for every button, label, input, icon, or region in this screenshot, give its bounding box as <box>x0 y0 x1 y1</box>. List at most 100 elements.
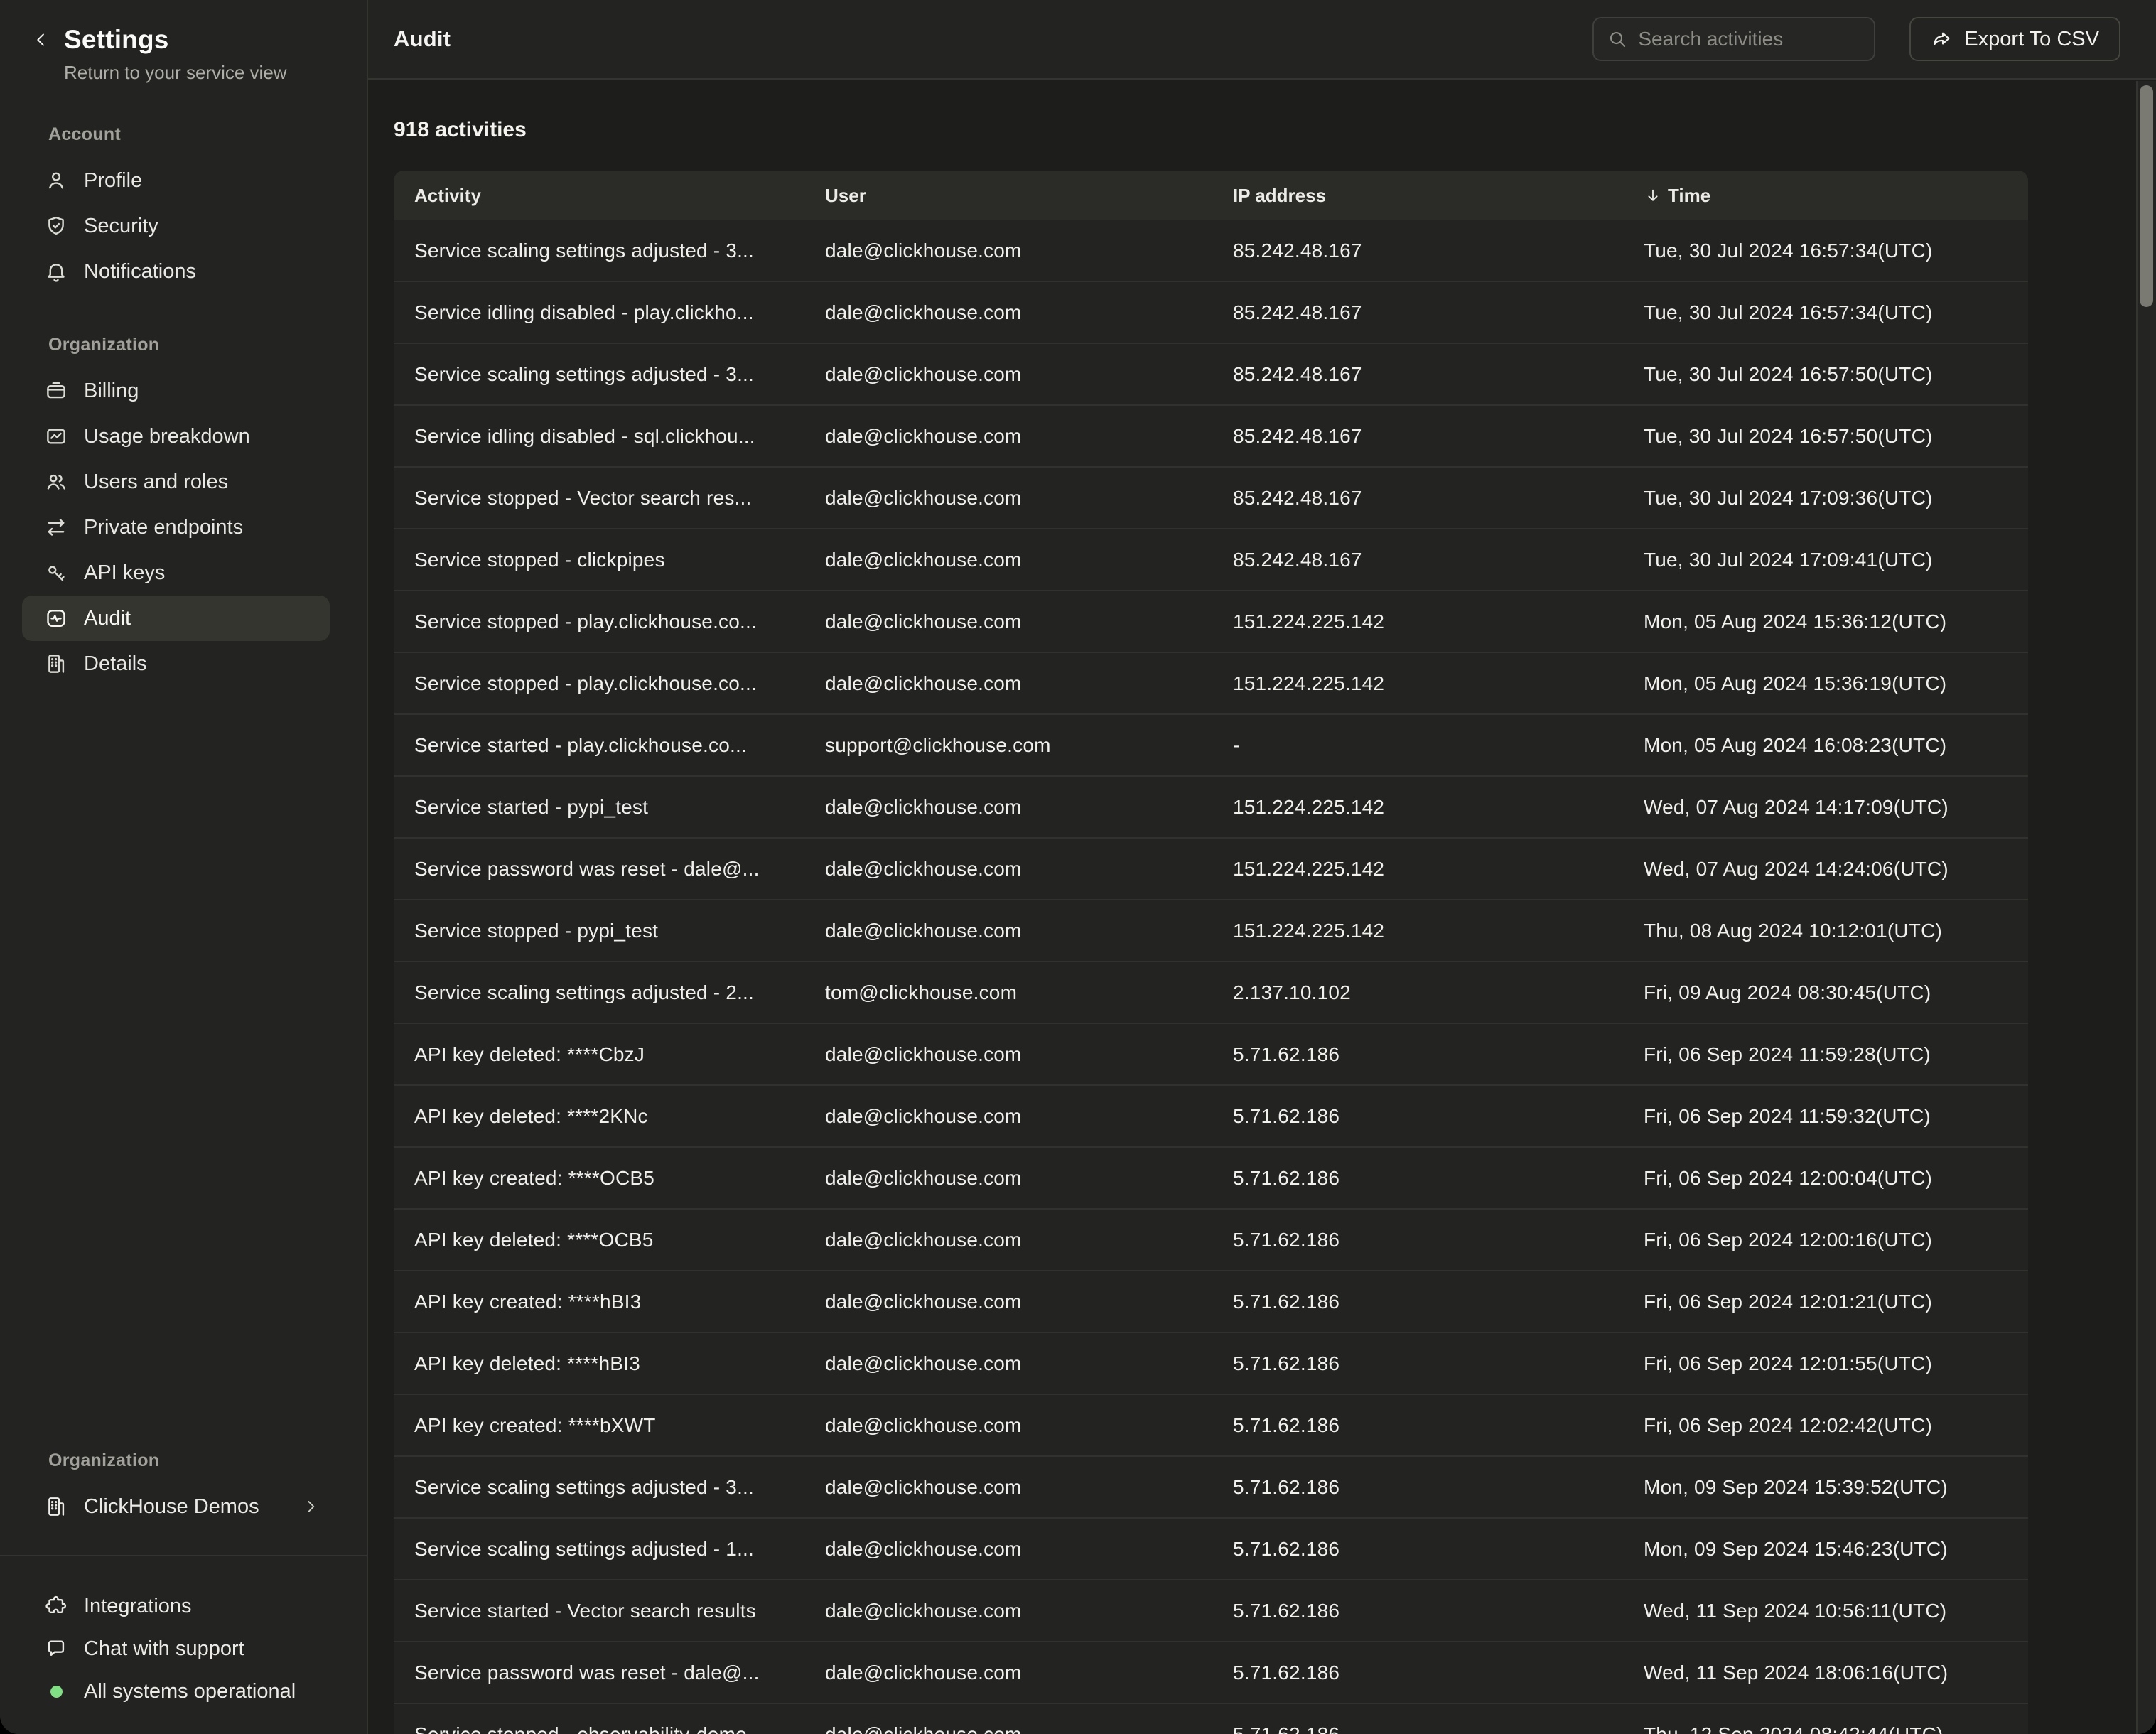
table-row[interactable]: API key deleted: ****hBI3dale@clickhouse… <box>394 1333 2028 1395</box>
org-name: ClickHouse Demos <box>84 1495 259 1519</box>
footer-item-integrations[interactable]: Integrations <box>0 1585 367 1627</box>
time-cell: Mon, 05 Aug 2024 16:08:23(UTC) <box>1623 734 2028 757</box>
ip-cell: 85.242.48.167 <box>1212 487 1623 510</box>
user-cell: dale@clickhouse.com <box>804 1105 1212 1128</box>
table-row[interactable]: Service scaling settings adjusted - 3...… <box>394 344 2028 406</box>
building-icon <box>44 652 68 676</box>
sidebar-item-api-keys[interactable]: API keys <box>22 550 330 596</box>
table-row[interactable]: Service stopped - play.clickhouse.co...d… <box>394 591 2028 653</box>
table-row[interactable]: Service password was reset - dale@...dal… <box>394 839 2028 900</box>
table-row[interactable]: Service scaling settings adjusted - 1...… <box>394 1519 2028 1580</box>
column-header-activity[interactable]: Activity <box>394 185 804 207</box>
table-row[interactable]: Service scaling settings adjusted - 3...… <box>394 220 2028 282</box>
export-csv-button[interactable]: Export To CSV <box>1909 17 2120 61</box>
activity-cell: API key deleted: ****hBI3 <box>394 1352 804 1375</box>
table-row[interactable]: API key deleted: ****OCB5dale@clickhouse… <box>394 1210 2028 1271</box>
puzzle-icon <box>44 1594 68 1618</box>
table-row[interactable]: Service idling disabled - sql.clickhou..… <box>394 406 2028 468</box>
table-row[interactable]: Service stopped - pypi_testdale@clickhou… <box>394 900 2028 962</box>
ip-cell: 85.242.48.167 <box>1212 425 1623 448</box>
user-cell: dale@clickhouse.com <box>804 487 1212 510</box>
main-area: Audit Export To CSV 918 activities Activ… <box>368 0 2156 1734</box>
sidebar-item-details[interactable]: Details <box>22 641 330 686</box>
search-box <box>1592 17 1875 61</box>
sidebar-item-security[interactable]: Security <box>22 203 330 249</box>
ip-cell: 151.224.225.142 <box>1212 610 1623 633</box>
ip-cell: 151.224.225.142 <box>1212 920 1623 942</box>
user-cell: dale@clickhouse.com <box>804 1043 1212 1066</box>
sidebar-item-billing[interactable]: Billing <box>22 368 330 414</box>
org-switcher[interactable]: ClickHouse Demos <box>22 1484 330 1529</box>
time-cell: Wed, 07 Aug 2024 14:17:09(UTC) <box>1623 796 2028 819</box>
search-input[interactable] <box>1638 28 1861 50</box>
table-header-row: ActivityUserIP addressTime <box>394 171 2028 220</box>
table-row[interactable]: API key deleted: ****2KNcdale@clickhouse… <box>394 1086 2028 1148</box>
table-row[interactable]: Service scaling settings adjusted - 2...… <box>394 962 2028 1024</box>
sidebar: Settings Return to your service view Acc… <box>0 0 368 1734</box>
time-cell: Mon, 05 Aug 2024 15:36:12(UTC) <box>1623 610 2028 633</box>
sidebar-item-audit[interactable]: Audit <box>22 596 330 641</box>
table-row[interactable]: Service password was reset - dale@...dal… <box>394 1642 2028 1704</box>
column-header-user[interactable]: User <box>804 185 1212 207</box>
column-header-ip-address[interactable]: IP address <box>1212 185 1623 207</box>
sidebar-item-profile[interactable]: Profile <box>22 158 330 203</box>
user-cell: dale@clickhouse.com <box>804 1538 1212 1561</box>
sidebar-item-label: Audit <box>84 607 131 630</box>
activity-cell: API key deleted: ****CbzJ <box>394 1043 804 1066</box>
footer-item-chat-with-support[interactable]: Chat with support <box>0 1627 367 1670</box>
activity-cell: Service scaling settings adjusted - 2... <box>394 981 804 1004</box>
settings-title: Settings <box>64 24 287 55</box>
table-row[interactable]: Service scaling settings adjusted - 3...… <box>394 1457 2028 1519</box>
table-row[interactable]: Service stopped - Vector search res...da… <box>394 468 2028 529</box>
time-cell: Wed, 07 Aug 2024 14:24:06(UTC) <box>1623 858 2028 881</box>
building-icon <box>44 1495 68 1519</box>
audit-table: ActivityUserIP addressTime Service scali… <box>394 171 2028 1734</box>
bell-icon <box>44 259 68 284</box>
activity-cell: API key deleted: ****2KNc <box>394 1105 804 1128</box>
user-cell: dale@clickhouse.com <box>804 1229 1212 1251</box>
time-cell: Fri, 06 Sep 2024 12:00:04(UTC) <box>1623 1167 2028 1190</box>
table-row[interactable]: API key deleted: ****CbzJdale@clickhouse… <box>394 1024 2028 1086</box>
table-row[interactable]: Service started - pypi_testdale@clickhou… <box>394 777 2028 839</box>
sidebar-nav: AccountProfileSecurityNotificationsOrgan… <box>0 84 367 686</box>
activity-cell: API key created: ****bXWT <box>394 1414 804 1437</box>
sidebar-item-label: Security <box>84 215 158 238</box>
ip-cell: 85.242.48.167 <box>1212 239 1623 262</box>
ip-cell: 5.71.62.186 <box>1212 1291 1623 1313</box>
sidebar-item-notifications[interactable]: Notifications <box>22 249 330 294</box>
time-cell: Fri, 09 Aug 2024 08:30:45(UTC) <box>1623 981 2028 1004</box>
column-header-time[interactable]: Time <box>1623 185 2028 207</box>
scrollbar-track[interactable] <box>2136 81 2156 1734</box>
sidebar-item-usage-breakdown[interactable]: Usage breakdown <box>22 414 330 459</box>
sidebar-item-label: Private endpoints <box>84 516 243 539</box>
table-row[interactable]: API key created: ****bXWTdale@clickhouse… <box>394 1395 2028 1457</box>
table-row[interactable]: Service started - Vector search resultsd… <box>394 1580 2028 1642</box>
user-cell: tom@clickhouse.com <box>804 981 1212 1004</box>
table-row[interactable]: Service idling disabled - play.clickho..… <box>394 282 2028 344</box>
time-cell: Wed, 11 Sep 2024 10:56:11(UTC) <box>1623 1600 2028 1622</box>
table-row[interactable]: Service started - play.clickhouse.co...s… <box>394 715 2028 777</box>
time-cell: Fri, 06 Sep 2024 12:02:42(UTC) <box>1623 1414 2028 1437</box>
table-row[interactable]: Service stopped - play.clickhouse.co...d… <box>394 653 2028 715</box>
back-button[interactable] <box>28 24 54 55</box>
sidebar-item-label: Details <box>84 652 147 676</box>
sidebar-item-private-endpoints[interactable]: Private endpoints <box>22 505 330 550</box>
sidebar-item-users-and-roles[interactable]: Users and roles <box>22 459 330 505</box>
scrollbar-thumb[interactable] <box>2140 85 2153 307</box>
activity-cell: Service stopped - pypi_test <box>394 920 804 942</box>
user-cell: dale@clickhouse.com <box>804 363 1212 386</box>
footer-item-label: Integrations <box>84 1595 192 1618</box>
sidebar-item-label: Billing <box>84 379 139 403</box>
activity-cell: Service idling disabled - play.clickho..… <box>394 301 804 324</box>
user-cell: dale@clickhouse.com <box>804 858 1212 881</box>
system-status[interactable]: All systems operational <box>0 1670 367 1713</box>
user-cell: dale@clickhouse.com <box>804 1167 1212 1190</box>
ip-cell: 5.71.62.186 <box>1212 1723 1623 1734</box>
table-row[interactable]: API key created: ****OCB5dale@clickhouse… <box>394 1148 2028 1210</box>
activity-cell: Service scaling settings adjusted - 3... <box>394 363 804 386</box>
table-row[interactable]: Service stopped - clickpipesdale@clickho… <box>394 529 2028 591</box>
table-row[interactable]: Service stopped - observability-demodale… <box>394 1704 2028 1734</box>
export-icon <box>1931 28 1953 50</box>
table-row[interactable]: API key created: ****hBI3dale@clickhouse… <box>394 1271 2028 1333</box>
activity-cell: Service password was reset - dale@... <box>394 1662 804 1684</box>
